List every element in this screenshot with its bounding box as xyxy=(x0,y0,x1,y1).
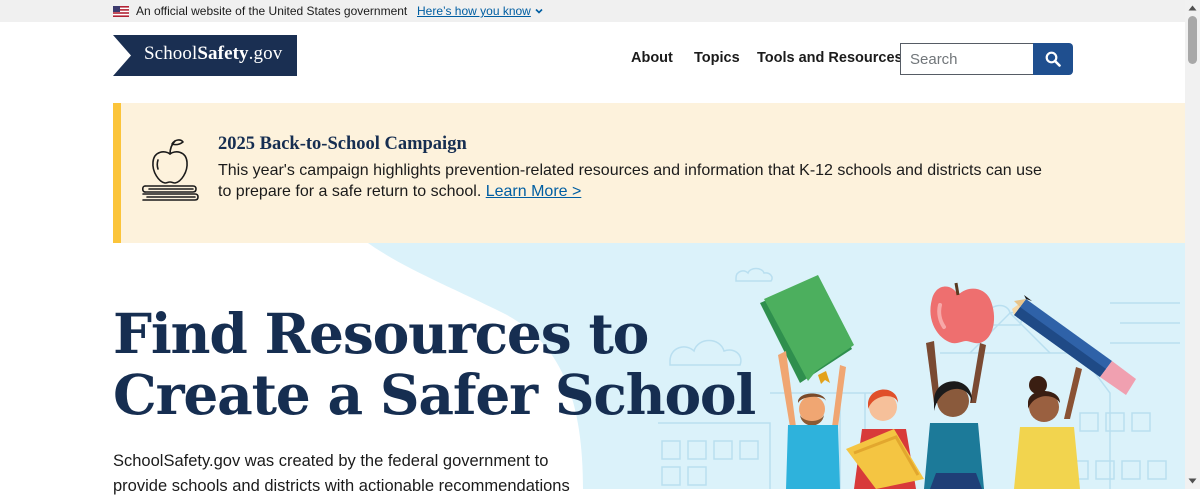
alert-accent-bar xyxy=(113,103,121,243)
alert-body: This year's campaign highlights preventi… xyxy=(218,160,1058,202)
search-input[interactable] xyxy=(900,43,1033,75)
nav-about[interactable]: About xyxy=(631,50,673,66)
learn-more-link[interactable]: Learn More > xyxy=(486,183,582,200)
nav-topics[interactable]: Topics xyxy=(694,50,740,66)
hero-intro-text: SchoolSafety.gov was created by the fede… xyxy=(113,452,570,495)
logo-text-bold: Safety xyxy=(197,43,249,64)
logo-text-suffix: .gov xyxy=(248,43,283,64)
apple-on-books-icon xyxy=(141,139,199,201)
alert-title: 2025 Back-to-School Campaign xyxy=(218,134,467,154)
site-logo[interactable]: SchoolSafety.gov xyxy=(113,35,297,76)
us-flag-icon xyxy=(113,6,129,17)
scrollbar-thumb[interactable] xyxy=(1188,16,1197,64)
hero-title-line-1: Find Resources to xyxy=(113,301,649,366)
scroll-down-arrow-icon[interactable] xyxy=(1188,478,1197,484)
hero-title: Find Resources to Create a Safer School xyxy=(113,301,756,427)
logo-text-prefix: School xyxy=(144,43,198,64)
scrollbar-track[interactable] xyxy=(1185,0,1200,489)
search-button[interactable] xyxy=(1033,43,1073,75)
alert-body-text: This year's campaign highlights preventi… xyxy=(218,162,1042,200)
campaign-alert: 2025 Back-to-School Campaign This year's… xyxy=(113,103,1185,243)
nav-tools-and-resources[interactable]: Tools and Resources xyxy=(757,50,903,66)
search-icon xyxy=(1045,51,1061,67)
logo-text: SchoolSafety.gov xyxy=(144,43,282,65)
gov-banner: An official website of the United States… xyxy=(0,0,1185,22)
chevron-down-icon[interactable] xyxy=(534,6,544,16)
official-website-text: An official website of the United States… xyxy=(136,4,408,18)
scroll-up-arrow-icon[interactable] xyxy=(1188,5,1197,11)
heres-how-you-know-link[interactable]: Here’s how you know xyxy=(417,4,531,18)
hero-title-line-2: Create a Safer School xyxy=(113,362,756,427)
